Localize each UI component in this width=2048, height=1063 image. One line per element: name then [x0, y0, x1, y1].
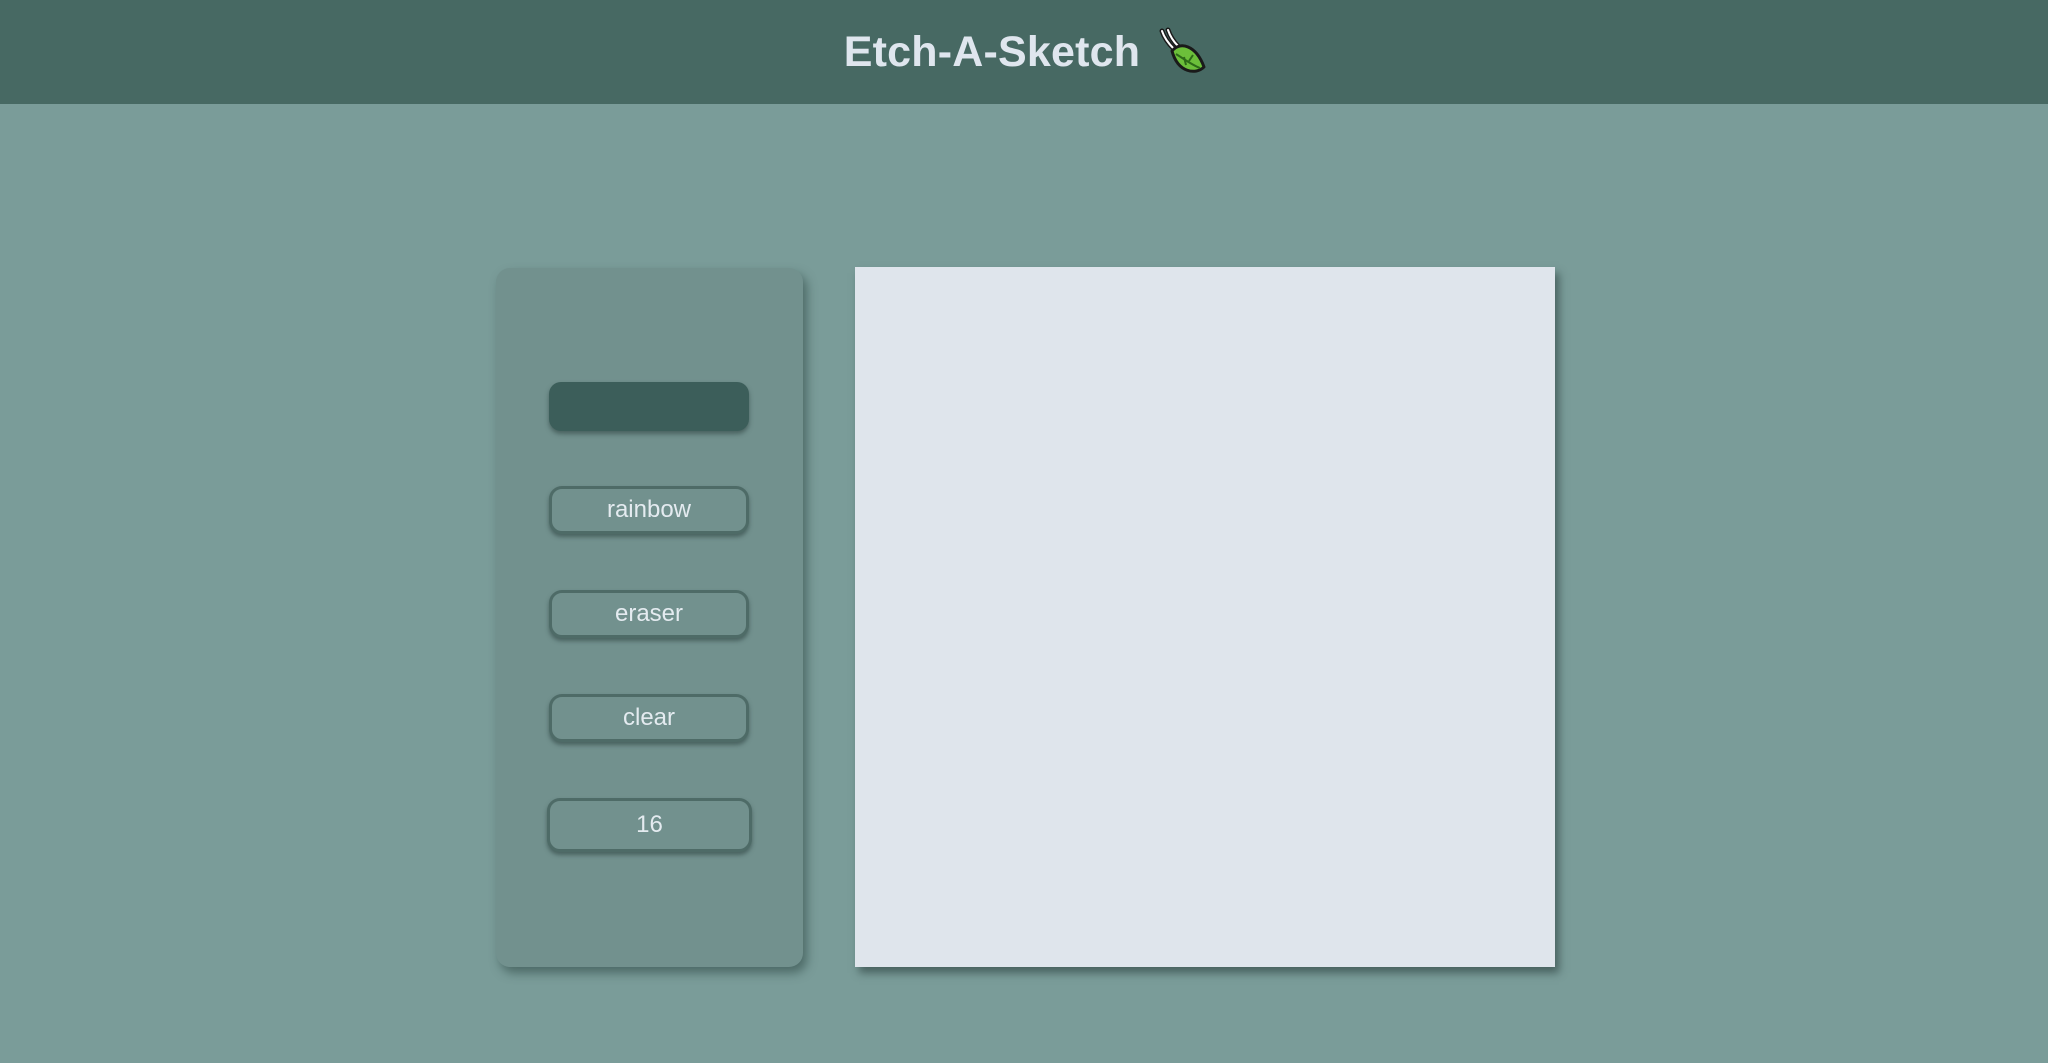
eraser-button[interactable]: eraser	[549, 590, 749, 638]
app-header: Etch-A-Sketch	[0, 0, 2048, 104]
sketch-canvas[interactable]	[855, 267, 1555, 967]
rainbow-button[interactable]: rainbow	[549, 486, 749, 534]
controls-panel: rainbow eraser clear	[496, 268, 803, 967]
title-group: Etch-A-Sketch	[844, 25, 1208, 79]
app-title: Etch-A-Sketch	[843, 27, 1141, 76]
color-picker[interactable]	[549, 382, 749, 431]
clear-button[interactable]: clear	[549, 694, 749, 742]
grid-size-input[interactable]	[547, 798, 752, 852]
leaf-icon	[1159, 27, 1206, 73]
